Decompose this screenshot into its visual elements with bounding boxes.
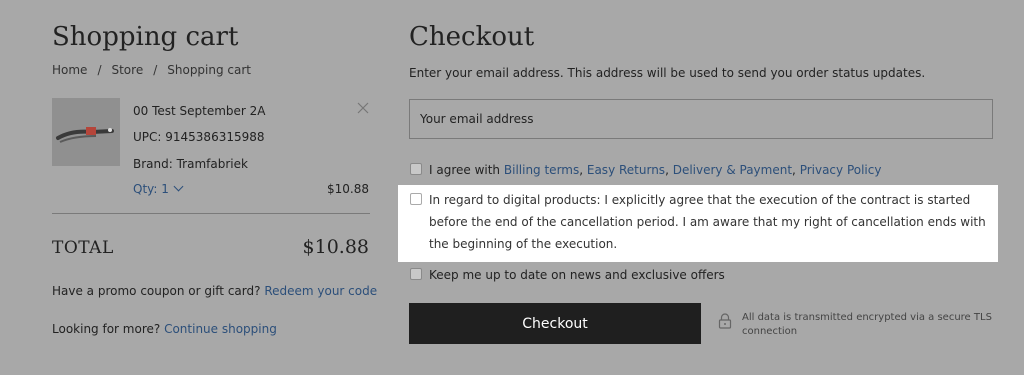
- more-text: Looking for more?: [52, 322, 161, 336]
- email-input[interactable]: [409, 99, 993, 139]
- product-upc: UPC: 9145386315988: [133, 130, 265, 144]
- agree-prefix: I agree with: [429, 163, 501, 177]
- newsletter-checkbox[interactable]: [410, 268, 422, 280]
- delivery-payment-link[interactable]: Delivery & Payment: [673, 163, 792, 177]
- checkout-button[interactable]: Checkout: [409, 303, 701, 344]
- checkout-title: Checkout: [409, 22, 535, 52]
- divider: [52, 213, 370, 214]
- digital-products-checkbox[interactable]: [410, 193, 422, 205]
- close-icon[interactable]: [356, 100, 370, 114]
- newsletter-text: Keep me up to date on news and exclusive…: [429, 268, 725, 282]
- secure-connection-text: All data is transmitted encrypted via a …: [742, 312, 992, 337]
- total-amount: $10.88: [302, 236, 369, 258]
- product-thumbnail[interactable]: [52, 98, 120, 166]
- breadcrumb-current: Shopping cart: [167, 63, 252, 77]
- continue-line: Looking for more? Continue shopping: [52, 322, 277, 336]
- promo-line: Have a promo coupon or gift card? Redeem…: [52, 284, 377, 298]
- product-brand: Brand: Tramfabriek: [133, 157, 248, 171]
- breadcrumb-home[interactable]: Home: [52, 63, 87, 77]
- quantity-label: Qty: 1: [133, 182, 169, 196]
- promo-text: Have a promo coupon or gift card?: [52, 284, 261, 298]
- item-price: $10.88: [327, 182, 369, 196]
- chevron-down-icon: [173, 181, 184, 192]
- product-name[interactable]: 00 Test September 2A: [133, 104, 266, 118]
- cart-title: Shopping cart: [52, 22, 239, 52]
- billing-terms-link[interactable]: Billing terms: [504, 163, 579, 177]
- terms-checkbox[interactable]: [410, 163, 422, 175]
- lock-icon: [718, 313, 732, 329]
- breadcrumb-store[interactable]: Store: [111, 63, 143, 77]
- breadcrumb-separator: /: [153, 63, 158, 77]
- redeem-code-link[interactable]: Redeem your code: [264, 284, 377, 298]
- digital-products-text: In regard to digital products: I explici…: [429, 193, 986, 251]
- email-info-text: Enter your email address. This address w…: [409, 66, 926, 80]
- privacy-policy-link[interactable]: Privacy Policy: [800, 163, 882, 177]
- quantity-selector[interactable]: Qty: 1: [133, 181, 184, 196]
- continue-shopping-link[interactable]: Continue shopping: [164, 322, 277, 336]
- terms-row: I agree with Billing terms, Easy Returns…: [429, 163, 882, 177]
- total-label: TOTAL: [52, 238, 114, 258]
- page: Shopping cart Home / Store / Shopping cart 0…: [0, 0, 1024, 375]
- easy-returns-link[interactable]: Easy Returns: [587, 163, 665, 177]
- breadcrumb-separator: /: [97, 63, 102, 77]
- breadcrumb: Home / Store / Shopping cart: [52, 63, 251, 77]
